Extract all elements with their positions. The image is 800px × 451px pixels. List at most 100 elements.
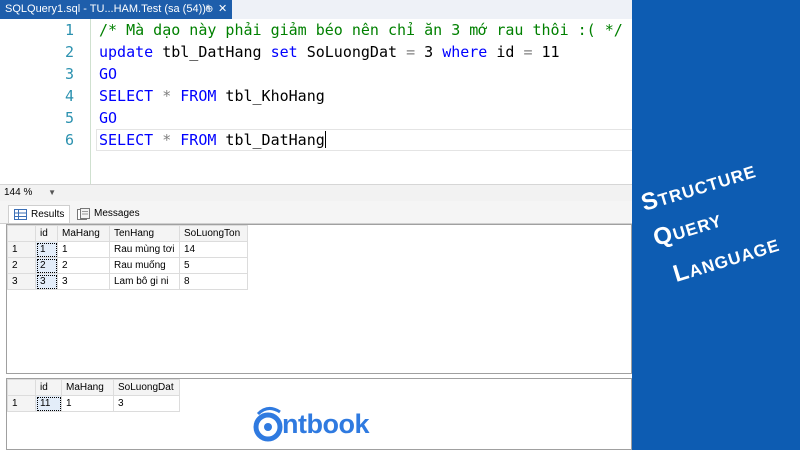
code-token: GO — [99, 65, 118, 83]
code-token: SELECT — [99, 131, 154, 149]
code-token: update — [99, 43, 154, 61]
tab-messages[interactable]: Messages — [72, 205, 140, 223]
zoom-value: 144 % — [4, 187, 33, 198]
grid-cell[interactable]: Rau muống — [109, 257, 180, 274]
code-text: /* Mà dạo này phải giảm béo nên chỉ ăn 3… — [99, 19, 623, 41]
grid-cell[interactable]: 5 — [179, 257, 248, 274]
code-text: GO — [99, 63, 117, 85]
editor-status-bar: 144 % ▼ — [0, 184, 632, 202]
line-number: 2 — [64, 43, 74, 61]
banner-word-structure: STRUCTURE — [638, 156, 760, 217]
code-token: SELECT — [99, 87, 154, 105]
code-text: SELECT * FROM tbl_KhoHang — [99, 85, 325, 107]
code-token: tbl_DatHang — [216, 131, 325, 149]
column-header[interactable]: id — [35, 379, 62, 396]
logo-text: ntbook — [282, 409, 369, 439]
column-header[interactable]: SoLuongDat — [113, 379, 180, 396]
line-number: 5 — [64, 109, 74, 127]
code-token: id — [487, 43, 524, 61]
grid-cell[interactable]: Lam bô gi ni — [109, 273, 180, 290]
banner-rest: UERY — [670, 211, 725, 245]
column-header[interactable]: MaHang — [61, 379, 114, 396]
grid-cell[interactable]: 11 — [35, 395, 62, 412]
code-token: set — [270, 43, 298, 61]
grid-cell[interactable]: 8 — [179, 273, 248, 290]
grid-corner[interactable] — [7, 225, 36, 242]
sql-editor[interactable]: 1 /* Mà dạo này phải giảm béo nên chỉ ăn … — [0, 19, 636, 184]
grid-cell[interactable]: 3 — [57, 273, 110, 290]
grid-icon — [14, 209, 27, 220]
grid-cell[interactable]: Rau mùng tơi — [109, 241, 180, 258]
line-number: 1 — [64, 21, 74, 39]
pin-icon[interactable]: ⊕ — [205, 0, 213, 19]
code-token: * — [162, 87, 172, 105]
code-token: GO — [99, 109, 118, 127]
banner-rest: ANGUAGE — [686, 235, 783, 282]
banner-rest: TRUCTURE — [656, 162, 759, 210]
query-document-tab[interactable]: SQLQuery1.sql - TU...HAM.Test (sa (54))*… — [0, 0, 232, 19]
code-token: = — [523, 43, 533, 61]
grid-cell[interactable]: 2 — [57, 257, 110, 274]
close-icon[interactable]: ✕ — [218, 0, 227, 19]
results-table-1: id MaHang TenHang SoLuongTon 1 1 1 Rau mùng tơi… — [7, 225, 248, 290]
tab-results-label: Results — [31, 209, 65, 220]
table-row[interactable]: 1 11 1 3 — [7, 395, 180, 412]
row-number[interactable]: 2 — [7, 257, 36, 274]
grid-cell[interactable]: 3 — [113, 395, 180, 412]
code-line[interactable]: 6 SELECT * FROM tbl_DatHang — [0, 129, 632, 151]
code-line[interactable]: 2 update tbl_DatHang set SoLuongDat = 3 w… — [0, 41, 632, 63]
zoom-dropdown[interactable]: 144 % ▼ — [4, 186, 56, 199]
code-line[interactable]: 3 GO — [0, 63, 632, 85]
table-row[interactable]: 2 2 2 Rau muống 5 — [7, 257, 248, 274]
results-grid-1[interactable]: id MaHang TenHang SoLuongTon 1 1 1 Rau mùng tơi… — [6, 224, 632, 374]
code-token: FROM — [180, 131, 217, 149]
code-token: FROM — [180, 87, 217, 105]
grid-header-row: id MaHang TenHang SoLuongTon — [7, 225, 248, 242]
tab-results[interactable]: Results — [8, 205, 70, 223]
line-number: 3 — [64, 65, 74, 83]
code-text: GO — [99, 107, 117, 129]
column-header[interactable]: SoLuongTon — [179, 225, 248, 242]
ntbook-logo: ntbook — [252, 402, 369, 446]
code-token: SoLuongDat — [297, 43, 407, 61]
grid-cell[interactable]: 2 — [35, 257, 58, 274]
code-text: update tbl_DatHang set SoLuongDat = 3 wh… — [99, 41, 560, 63]
code-line[interactable]: 1 /* Mà dạo này phải giảm béo nên chỉ ăn … — [0, 19, 632, 41]
code-line[interactable]: 5 GO — [0, 107, 632, 129]
messages-icon — [77, 208, 90, 220]
grid-cell[interactable]: 14 — [179, 241, 248, 258]
grid-cell[interactable]: 1 — [61, 395, 114, 412]
code-line[interactable]: 4 SELECT * FROM tbl_KhoHang — [0, 85, 632, 107]
row-number[interactable]: 3 — [7, 273, 36, 290]
code-token: 3 — [415, 43, 443, 61]
grid-corner[interactable] — [7, 379, 36, 396]
column-header[interactable]: TenHang — [109, 225, 180, 242]
grid-cell[interactable]: 1 — [35, 241, 58, 258]
line-number: 6 — [64, 131, 74, 149]
column-header[interactable]: MaHang — [57, 225, 110, 242]
query-tab-title: SQLQuery1.sql - TU...HAM.Test (sa (54))* — [5, 3, 211, 15]
sql-banner: STRUCTURE QUERY LANGUAGE — [632, 0, 800, 450]
grid-cell[interactable]: 3 — [35, 273, 58, 290]
document-tab-strip: SQLQuery1.sql - TU...HAM.Test (sa (54))*… — [0, 0, 632, 20]
results-tab-bar: Results Messages — [0, 201, 632, 224]
code-token: tbl_KhoHang — [216, 87, 325, 105]
code-token: /* Mà dạo này phải giảm béo nên chỉ ăn 3… — [99, 21, 623, 39]
code-token: where — [442, 43, 488, 61]
table-row[interactable]: 1 1 1 Rau mùng tơi 14 — [7, 241, 248, 258]
text-caret — [324, 131, 326, 148]
row-number[interactable]: 1 — [7, 241, 36, 258]
table-row[interactable]: 3 3 3 Lam bô gi ni 8 — [7, 273, 248, 290]
code-text: SELECT * FROM tbl_DatHang — [99, 129, 326, 151]
grid-cell[interactable]: 1 — [57, 241, 110, 258]
tab-messages-label: Messages — [94, 208, 140, 219]
row-number[interactable]: 1 — [7, 395, 36, 412]
grid-header-row: id MaHang SoLuongDat — [7, 379, 180, 396]
results-table-2: id MaHang SoLuongDat 1 11 1 3 — [7, 379, 180, 412]
code-token: 11 — [532, 43, 560, 61]
column-header[interactable]: id — [35, 225, 58, 242]
code-token: * — [162, 131, 172, 149]
